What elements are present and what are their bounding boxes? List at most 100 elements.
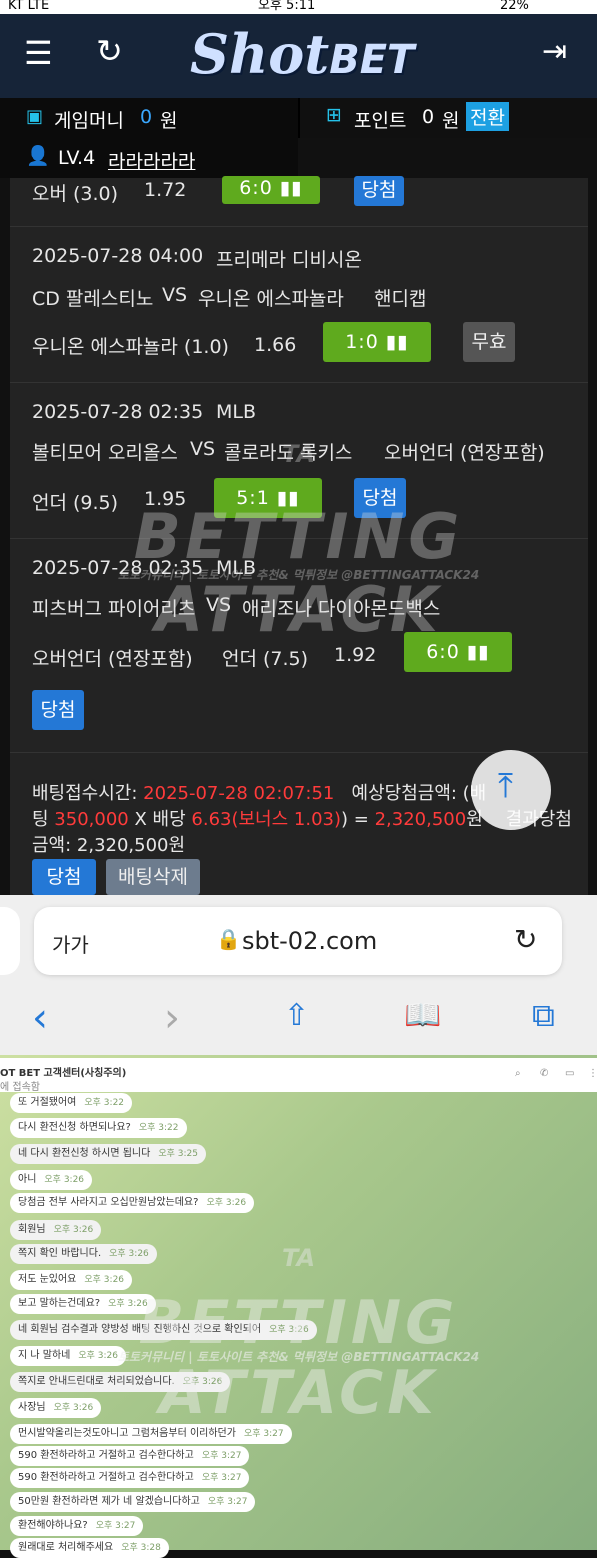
bet-odds: 1.66 <box>254 334 297 356</box>
points: ⊞ 포인트 0 원 전환 <box>300 98 597 138</box>
refresh-icon[interactable]: ↻ <box>96 32 123 70</box>
message-text: 저도 눈있어요 <box>18 1274 77 1285</box>
shotbet-logo[interactable]: ShotBET <box>190 22 414 86</box>
time-value: 2025-07-28 02:07:51 <box>143 783 335 804</box>
battery-level: 22% <box>500 0 529 13</box>
call-icon[interactable]: ✆ <box>540 1068 548 1079</box>
url-text[interactable]: sbt-02.com <box>242 927 377 955</box>
reload-icon[interactable]: ↻ <box>514 923 537 956</box>
message-text: 당첨금 전부 사라지고 오십만원남았는데요? <box>18 1197 199 1208</box>
message-time: 오후 3:27 <box>207 1497 248 1507</box>
bet-pick: 우니온 에스파뇰라 (1.0) <box>32 336 229 358</box>
bet-card-partial: 오버 (3.0) 1.72 6:0 ▮▮ 당첨 <box>10 176 588 227</box>
watermark-sub-2: 토토커뮤니티 | 토토사이트 추천& 먹튀정보 @BETTINGATTACK24 <box>117 1350 480 1364</box>
bet-league: MLB <box>216 401 257 423</box>
chart-icon: ▮▮ <box>279 177 303 199</box>
score-value: 6:0 <box>239 177 273 199</box>
more-icon[interactable]: ⋮ <box>588 1068 597 1079</box>
share-icon[interactable]: ⇧ <box>284 998 309 1033</box>
message-time: 오후 3:27 <box>201 1451 242 1461</box>
wallet-icon: ▣ <box>26 106 44 127</box>
bookmarks-icon[interactable]: 📖 <box>404 998 441 1033</box>
chat-title: OT BET 고객센터(사칭주의) <box>0 1068 127 1079</box>
layout-icon[interactable]: ▭ <box>565 1068 574 1079</box>
message-time: 오후 3:26 <box>53 1225 94 1235</box>
search-icon[interactable]: ⌕ <box>515 1068 521 1079</box>
result-badge[interactable]: 당첨 <box>32 690 84 730</box>
message-time: 오후 3:26 <box>206 1198 247 1208</box>
chat-message: 저도 눈있어요 오후 3:26 <box>10 1270 133 1290</box>
score-badge[interactable]: 1:0 ▮▮ <box>323 322 431 362</box>
chat-message: 590 환전하라하고 거절하고 검수한다하고 오후 3:27 <box>10 1468 250 1488</box>
money-unit: 원 <box>160 110 178 132</box>
summary-line-3: 금액: 2,320,500원 <box>32 835 186 856</box>
chat-message: 네 다시 환전신청 하시면 됩니다 오후 3:25 <box>10 1144 206 1164</box>
result-badge[interactable]: 무효 <box>463 322 515 362</box>
chat-header: OT BET 고객센터(사칭주의) 에 접속함 ⌕ ✆ ▭ ⋮ <box>0 1058 597 1093</box>
chat-message: 다시 환전신청 하면되나요? 오후 3:22 <box>10 1118 187 1138</box>
game-money: ▣ 게임머니 0 원 <box>0 98 298 138</box>
message-time: 오후 3:27 <box>95 1521 136 1531</box>
message-time: 오후 3:28 <box>121 1543 161 1553</box>
message-text: 590 환전하라하고 거절하고 검수한다하고 <box>18 1472 194 1483</box>
win-button[interactable]: 당첨 <box>32 859 96 895</box>
message-time: 오후 3:25 <box>158 1149 198 1159</box>
summary-line-1: 배팅접수시간: 2025-07-28 02:07:51 예상당첨금액: (배 <box>32 779 486 805</box>
convert-button[interactable]: 전환 <box>466 102 509 131</box>
l2c: ) <box>341 809 349 830</box>
chat-message: 환전해야하나요? 오후 3:27 <box>10 1516 144 1536</box>
message-text: 590 환전하라하고 거절하고 검수한다하고 <box>18 1450 194 1461</box>
message-time: 오후 3:22 <box>84 1098 125 1108</box>
message-time: 오후 3:26 <box>44 1175 85 1185</box>
user-level: 👤 LV.4 라라라라라 <box>0 138 298 178</box>
away-team: 우니온 에스파뇰라 <box>198 288 344 310</box>
message-time: 오후 3:22 <box>138 1123 179 1133</box>
money-value: 0 <box>140 106 153 128</box>
point-value: 0 <box>422 106 435 128</box>
chat-subtitle: 에 접속함 <box>0 1082 40 1093</box>
bet-datetime: 2025-07-28 04:00 <box>32 245 204 267</box>
message-text: 또 거절됐어여 <box>18 1097 77 1108</box>
tabs-icon[interactable]: ⧉ <box>532 996 555 1035</box>
bet-type: 핸디캡 <box>374 288 427 310</box>
bet-type: 오버언더 (연장포함) <box>32 648 193 670</box>
chat-message: 590 환전하라하고 거절하고 검수한다하고 오후 3:27 <box>10 1446 250 1466</box>
logo-bet: BET <box>329 37 415 83</box>
address-bar[interactable]: 가가 🔒 sbt-02.com ↻ <box>34 907 562 975</box>
score-badge[interactable]: 6:0 ▮▮ <box>222 176 320 204</box>
money-label: 게임머니 <box>54 110 124 132</box>
score-value: 1:0 <box>345 331 379 353</box>
watermark-sub: 토토커뮤니티 | 토토사이트 추천& 먹튀정보 @BETTINGATTACK24 <box>117 568 480 582</box>
time-label: 배팅접수시간: <box>32 783 138 804</box>
result-badge[interactable]: 당첨 <box>354 176 404 206</box>
text-size-button[interactable]: 가가 <box>52 929 89 958</box>
vs-label: VS <box>162 284 188 306</box>
chat-message: 원래대로 처리해주세요 오후 3:28 <box>10 1538 169 1558</box>
nickname[interactable]: 라라라라라 <box>108 147 195 174</box>
menu-icon[interactable]: ☰ <box>24 34 53 72</box>
status-bar: KT LTE 오후 5:11 22% <box>0 0 597 14</box>
home-team: CD 팔레스티노 <box>32 288 154 310</box>
chat-message: 회원님 오후 3:26 <box>10 1220 102 1240</box>
message-text: 50만원 환전하라면 제가 네 알겠습니다하고 <box>18 1496 200 1507</box>
logout-icon[interactable]: ⇥ <box>542 34 567 69</box>
forward-icon[interactable]: › <box>164 995 180 1041</box>
chat-message: 50만원 환전하라면 제가 네 알겠습니다하고 오후 3:27 <box>10 1492 256 1512</box>
total-odds: 6.63(보너스 1.03) <box>191 809 341 830</box>
arrow-up-icon: ⤒ <box>498 766 514 806</box>
expected-label: 예상당첨금액: (배 <box>351 783 487 804</box>
prev-tab[interactable] <box>0 907 20 975</box>
delete-bet-button[interactable]: 배팅삭제 <box>106 859 200 895</box>
message-time: 오후 3:26 <box>84 1275 125 1285</box>
bet-pick: 오버 (3.0) <box>32 183 119 205</box>
scroll-top-button[interactable]: ⤒ <box>471 750 551 830</box>
watermark-badge-2: TA <box>281 1244 316 1272</box>
message-text: 환전해야하나요? <box>18 1520 88 1531</box>
bet-odds: 1.92 <box>334 644 377 666</box>
l2b: X 배당 <box>134 809 186 830</box>
level: LV.4 <box>58 147 96 169</box>
lock-icon: 🔒 <box>216 927 241 951</box>
back-icon[interactable]: ‹ <box>32 995 48 1041</box>
bet-datetime: 2025-07-28 02:35 <box>32 401 204 423</box>
message-text: 다시 환전신청 하면되나요? <box>18 1122 131 1133</box>
